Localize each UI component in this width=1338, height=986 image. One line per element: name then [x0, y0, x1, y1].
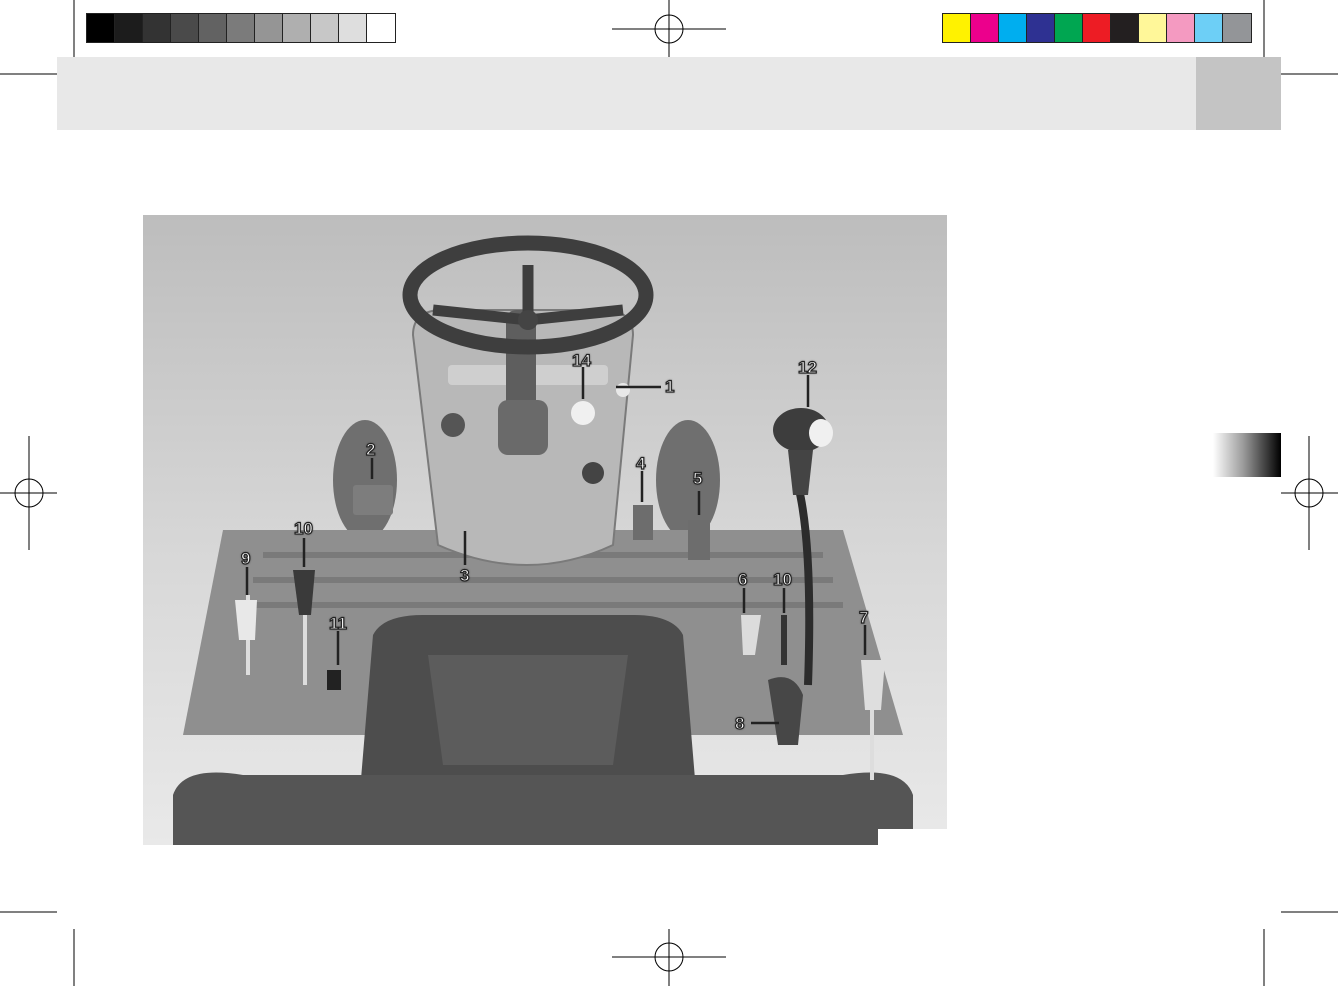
color-swatch-10	[1223, 14, 1251, 42]
callout-1: 1	[664, 377, 675, 396]
callout-7: 7	[858, 608, 869, 627]
gray-swatch-6	[255, 14, 283, 42]
color-swatch-1	[971, 14, 999, 42]
header-band	[57, 57, 1196, 130]
tractor-controls-photo: 14 1 12 2 3 4 5 9 10 11 6 10 7 8	[143, 215, 947, 845]
callout-5: 5	[692, 469, 703, 488]
color-swatch-8	[1167, 14, 1195, 42]
color-swatch-7	[1139, 14, 1167, 42]
color-swatch-4	[1055, 14, 1083, 42]
callout-14: 14	[571, 351, 591, 370]
callout-11: 11	[328, 614, 347, 633]
gray-swatch-5	[227, 14, 255, 42]
gray-swatch-8	[311, 14, 339, 42]
chapter-tab	[1213, 433, 1281, 477]
color-swatch-0	[943, 14, 971, 42]
color-swatch-3	[1027, 14, 1055, 42]
callout-10-right: 10	[772, 570, 792, 589]
color-swatch-2	[999, 14, 1027, 42]
gray-swatch-4	[199, 14, 227, 42]
callout-leaders	[245, 367, 867, 725]
callout-4: 4	[635, 454, 646, 473]
header-tab	[1196, 57, 1281, 130]
gray-swatch-10	[367, 14, 395, 42]
callout-8: 8	[734, 714, 745, 733]
gray-swatch-9	[339, 14, 367, 42]
color-swatch-5	[1083, 14, 1111, 42]
gray-swatch-7	[283, 14, 311, 42]
callout-2: 2	[365, 440, 376, 459]
gray-swatch-3	[171, 14, 199, 42]
callout-10-left: 10	[293, 519, 313, 538]
grayscale-bar	[86, 13, 396, 43]
gray-swatch-0	[87, 14, 115, 42]
callout-3: 3	[459, 566, 470, 585]
callout-6: 6	[737, 570, 748, 589]
color-swatch-6	[1111, 14, 1139, 42]
gray-swatch-1	[115, 14, 143, 42]
callout-9: 9	[240, 549, 251, 568]
color-bar	[942, 13, 1252, 43]
color-swatch-9	[1195, 14, 1223, 42]
gray-swatch-2	[143, 14, 171, 42]
callout-12: 12	[797, 358, 817, 377]
